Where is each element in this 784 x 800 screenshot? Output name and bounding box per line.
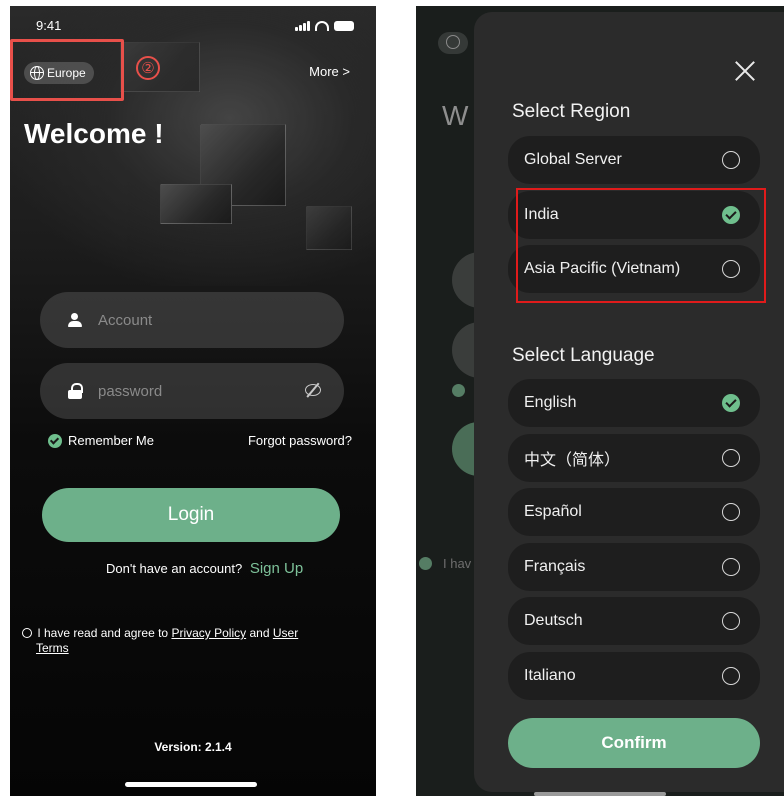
welcome-title: Welcome ! (24, 118, 164, 149)
language-option-label: Deutsch (524, 612, 583, 629)
signal-icon (295, 21, 310, 31)
status-bar: 9:41 (10, 18, 376, 38)
language-option-label: Français (524, 558, 586, 575)
language-option-english[interactable]: English (508, 379, 760, 427)
radio-unchecked-icon (722, 503, 740, 521)
background-title-fragment: W (442, 100, 469, 131)
language-option-label: Italiano (524, 667, 576, 684)
status-time: 9:41 (36, 18, 62, 33)
privacy-policy-link[interactable]: Privacy Policy (171, 626, 246, 640)
highlight-box (10, 39, 124, 101)
and-word: and (249, 626, 270, 640)
region-language-screen: W I hav Select Region Global Server Indi… (416, 6, 784, 796)
home-indicator (534, 792, 666, 796)
highlight-box (516, 188, 766, 303)
more-link[interactable]: More > (309, 64, 350, 79)
region-option-global[interactable]: Global Server (508, 136, 760, 184)
language-section-title: Select Language (512, 345, 655, 366)
forgot-password-link[interactable]: Forgot password? (248, 433, 352, 448)
radio-unchecked-icon (722, 612, 740, 630)
account-input[interactable]: Account (40, 292, 344, 348)
terms-agreement: I have read and agree to Privacy Policy … (22, 626, 352, 656)
language-option-german[interactable]: Deutsch (508, 597, 760, 645)
agree-radio[interactable] (22, 628, 32, 638)
login-button[interactable]: Login (42, 488, 340, 542)
battery-icon (334, 21, 354, 31)
lock-icon (68, 383, 83, 399)
language-option-label: English (524, 394, 577, 411)
radio-unchecked-icon (722, 449, 740, 467)
login-screen: 9:41 Europe ② More > Welcome ! Account p… (10, 6, 376, 796)
language-option-label: Español (524, 503, 582, 520)
selection-sheet: Select Region Global Server India Asia P… (474, 12, 784, 792)
language-option-french[interactable]: Français (508, 543, 760, 591)
radio-checked-icon (722, 394, 740, 412)
user-icon (68, 313, 82, 327)
account-placeholder: Account (98, 311, 153, 329)
language-option-spanish[interactable]: Español (508, 488, 760, 536)
radio-unchecked-icon (722, 667, 740, 685)
wifi-icon (315, 21, 329, 31)
agree-prefix: I have read and agree to (37, 626, 169, 640)
password-placeholder: password (98, 382, 163, 400)
radio-unchecked-icon (722, 558, 740, 576)
check-circle-icon (48, 433, 62, 448)
password-input[interactable]: password (40, 363, 344, 419)
remember-me-toggle[interactable]: Remember Me (48, 433, 154, 448)
background-agree-check-icon (419, 557, 432, 570)
version-label: Version: 2.1.4 (154, 740, 232, 754)
radio-unchecked-icon (722, 151, 740, 169)
signup-link[interactable]: Sign Up (250, 560, 303, 577)
region-option-label: Global Server (524, 151, 622, 168)
language-option-chinese[interactable]: 中文（简体） (508, 434, 760, 482)
background-agree-fragment: I hav (443, 556, 472, 571)
confirm-button[interactable]: Confirm (508, 718, 760, 768)
language-option-label: 中文（简体） (524, 452, 621, 469)
background-check-icon (452, 384, 465, 397)
eye-off-icon[interactable] (304, 382, 322, 396)
remember-me-label: Remember Me (68, 433, 154, 448)
signup-row: Don't have an account? Sign Up (106, 560, 303, 577)
close-icon[interactable] (734, 60, 756, 82)
background-globe-icon (446, 35, 460, 49)
user-terms-link-part2[interactable]: Terms (22, 641, 352, 656)
language-option-italian[interactable]: Italiano (508, 652, 760, 700)
step-number-badge: ② (136, 56, 160, 80)
user-terms-link-part1[interactable]: User (273, 626, 298, 640)
signup-prompt: Don't have an account? (106, 561, 243, 576)
status-icons (295, 21, 354, 31)
home-indicator (125, 782, 257, 787)
region-section-title: Select Region (512, 101, 631, 122)
